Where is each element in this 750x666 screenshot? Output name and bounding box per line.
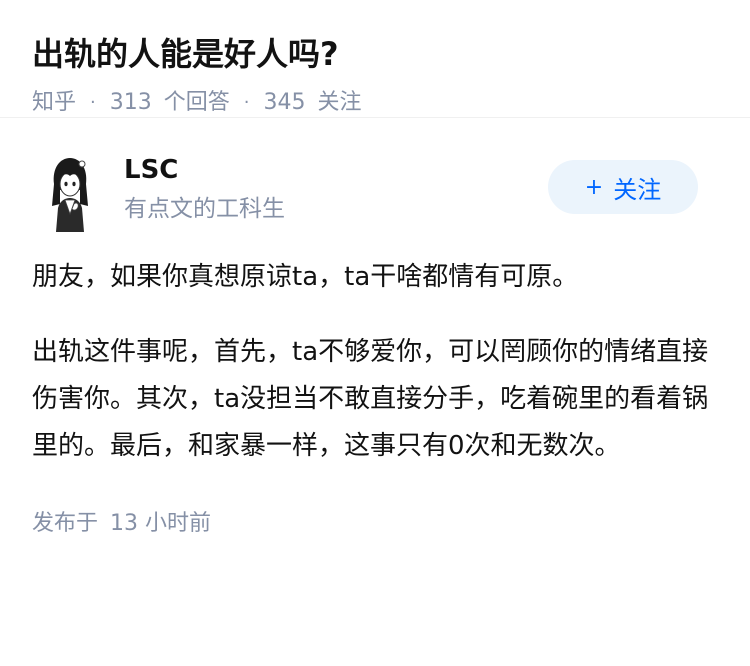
answer-body: 朋友，如果你真想原谅ta，ta干啥都情有可原。 出轨这件事呢，首先，ta不够爱你… <box>32 254 718 470</box>
source-label[interactable]: 知乎 <box>32 86 76 120</box>
question-title[interactable]: 出轨的人能是好人吗? <box>32 30 718 78</box>
follow-count-label: 关注 <box>317 90 362 115</box>
publish-time-value: 13 小时前 <box>110 511 212 536</box>
meta-separator: · <box>90 92 96 113</box>
answer-count: 313 <box>109 90 152 115</box>
plus-icon: + <box>584 174 604 200</box>
question-header: 出轨的人能是好人吗? 知乎 · 313 个回答 · 345 关注 <box>0 0 750 118</box>
follow-count: 345 <box>263 90 306 115</box>
avatar-anime-girl-icon[interactable] <box>46 154 94 232</box>
author-name[interactable]: LSC <box>124 152 178 188</box>
publish-time: 发布于 13 小时前 <box>32 508 718 540</box>
answer-paragraph: 朋友，如果你真想原谅ta，ta干啥都情有可原。 <box>32 262 579 292</box>
author-bio: 有点文的工科生 <box>124 196 285 222</box>
publish-label: 发布于 <box>32 511 99 536</box>
follow-button-label: 关注 <box>613 175 662 204</box>
author-row: LSC 有点文的工科生 + 关注 <box>32 148 718 248</box>
answer-count-label[interactable]: 个回答 <box>164 86 230 120</box>
answer-card: LSC 有点文的工科生 + 关注 朋友，如果你真想原谅ta，ta干啥都情有可原。… <box>0 148 750 540</box>
meta-separator: · <box>243 92 250 113</box>
question-meta: 知乎 · 313 个回答 · 345 关注 <box>32 86 718 120</box>
answer-paragraph: 出轨这件事呢，首先，ta不够爱你，可以罔顾你的情绪直接伤害你。其次，ta没担当不… <box>32 337 709 461</box>
follow-button[interactable]: + 关注 <box>548 160 698 214</box>
